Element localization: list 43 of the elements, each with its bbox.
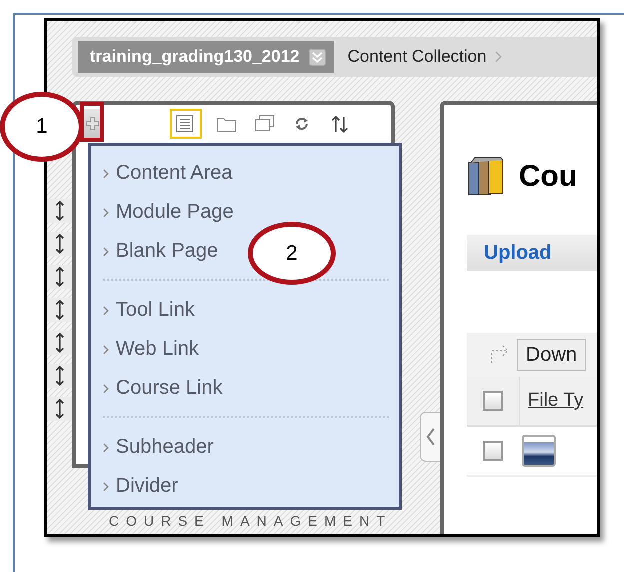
menu-item[interactable]: Content Area (103, 154, 233, 193)
toolbar-button[interactable]: Down (517, 339, 586, 371)
menu-item[interactable]: Web Link (103, 330, 200, 369)
menu-item[interactable]: Blank Page (103, 232, 218, 271)
drag-handle-icon (54, 399, 66, 419)
menu-item[interactable]: Course Link (103, 369, 223, 408)
course-menu-button[interactable]: training_grading130_2012 (78, 41, 334, 73)
column-header-link[interactable]: File Ty (528, 390, 584, 412)
chevron-icon (103, 384, 109, 394)
menu-item[interactable]: Tool Link (103, 291, 195, 330)
menu-item[interactable]: Module Page (103, 193, 234, 232)
menu-item[interactable]: Subheader (103, 428, 214, 467)
chevron-icon (103, 246, 109, 256)
drag-handle-icon (54, 267, 66, 287)
chevron-icon (103, 442, 109, 452)
dropdown-icon (308, 48, 326, 66)
drag-handle-icon (54, 333, 66, 353)
dotted-arrow-icon (491, 345, 509, 365)
chevron-icon (426, 428, 436, 446)
chevron-icon (103, 482, 109, 492)
image-thumbnail (522, 435, 556, 467)
list-button[interactable] (170, 109, 202, 139)
page-title: Cou (519, 160, 578, 194)
drag-handle-icon (54, 201, 66, 221)
list-icon (176, 115, 196, 133)
upload-link[interactable]: Upload (484, 242, 552, 264)
windows-icon (255, 115, 275, 133)
collapse-button[interactable] (420, 412, 440, 462)
chevron-icon (103, 208, 109, 218)
books-icon (467, 157, 505, 197)
chevron-icon (103, 344, 109, 354)
sort-arrows-icon (331, 115, 351, 133)
drag-handle-icon (54, 366, 66, 386)
chevron-icon (494, 51, 502, 63)
select-all-checkbox[interactable] (483, 391, 503, 411)
drag-handle-icon (54, 234, 66, 254)
chevron-icon (103, 168, 109, 178)
drag-handle-icon (54, 300, 66, 320)
breadcrumb-link[interactable]: Content Collection (348, 47, 487, 67)
plus-icon (86, 117, 100, 131)
chevron-icon (103, 306, 109, 316)
course-name: training_grading130_2012 (90, 47, 300, 67)
row-checkbox[interactable] (483, 441, 503, 461)
